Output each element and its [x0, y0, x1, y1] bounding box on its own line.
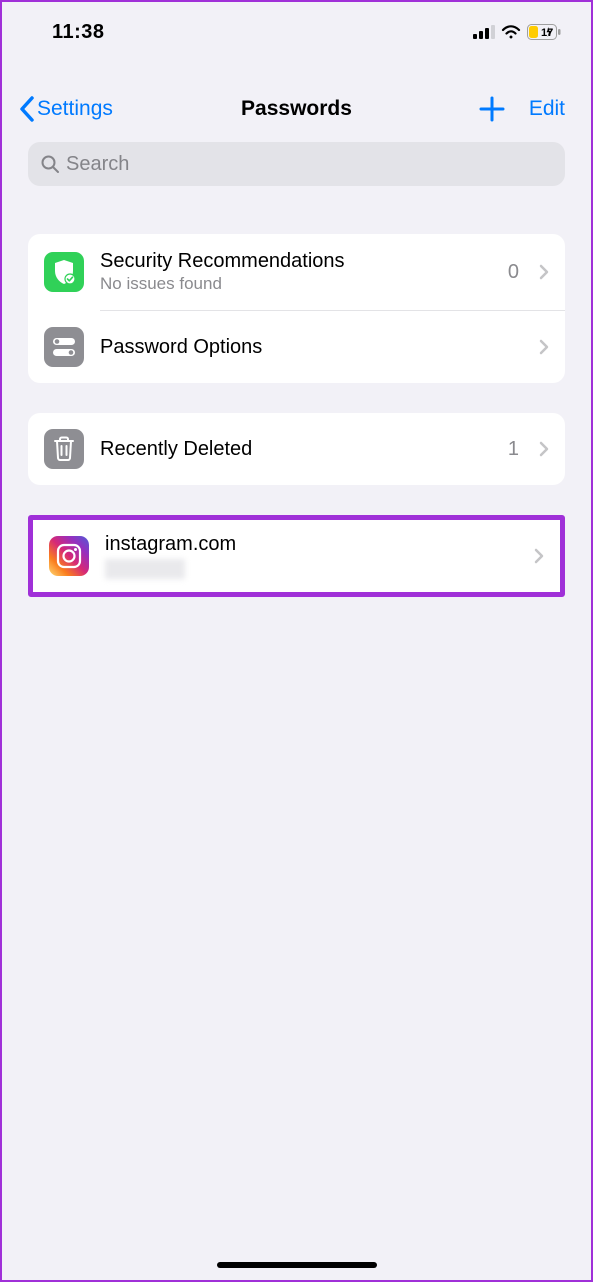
password-entry-instagram[interactable]: instagram.com [33, 520, 560, 592]
status-bar: 11:38 17 [2, 2, 591, 58]
settings-section: Security Recommendations No issues found… [28, 234, 565, 383]
cellular-icon [473, 25, 495, 39]
status-time: 11:38 [52, 21, 105, 44]
count-badge: 0 [508, 261, 519, 284]
search-icon [40, 154, 60, 174]
password-options-row[interactable]: Password Options [28, 311, 565, 383]
wifi-icon [501, 25, 521, 40]
home-indicator[interactable] [217, 1262, 377, 1268]
row-title: Security Recommendations [100, 250, 492, 273]
battery-icon: 17 [527, 24, 561, 40]
edit-button[interactable]: Edit [529, 97, 565, 121]
count-badge: 1 [508, 438, 519, 461]
shield-check-icon [44, 252, 84, 292]
row-subtitle: No issues found [100, 274, 492, 294]
back-button[interactable]: Settings [18, 96, 113, 122]
search-input[interactable]: Search [28, 142, 565, 186]
back-label: Settings [37, 97, 113, 121]
toggles-icon [44, 327, 84, 367]
trash-icon [44, 429, 84, 469]
page-title: Passwords [241, 97, 352, 121]
search-placeholder: Search [66, 153, 129, 176]
redacted-username [105, 559, 185, 579]
chevron-right-icon [539, 264, 549, 280]
status-icons: 17 [473, 24, 561, 40]
row-title: Password Options [100, 336, 523, 359]
chevron-right-icon [539, 339, 549, 355]
row-title: Recently Deleted [100, 438, 492, 461]
chevron-right-icon [539, 441, 549, 457]
instagram-icon [49, 536, 89, 576]
deleted-section: Recently Deleted 1 [28, 413, 565, 485]
svg-text:17: 17 [541, 27, 553, 39]
passwords-section: instagram.com [28, 515, 565, 597]
row-title: instagram.com [105, 533, 518, 556]
navigation-bar: Settings Passwords Edit [2, 58, 591, 134]
recently-deleted-row[interactable]: Recently Deleted 1 [28, 413, 565, 485]
chevron-right-icon [534, 548, 544, 564]
chevron-left-icon [18, 96, 35, 122]
security-recommendations-row[interactable]: Security Recommendations No issues found… [28, 234, 565, 310]
add-button[interactable] [479, 96, 505, 122]
